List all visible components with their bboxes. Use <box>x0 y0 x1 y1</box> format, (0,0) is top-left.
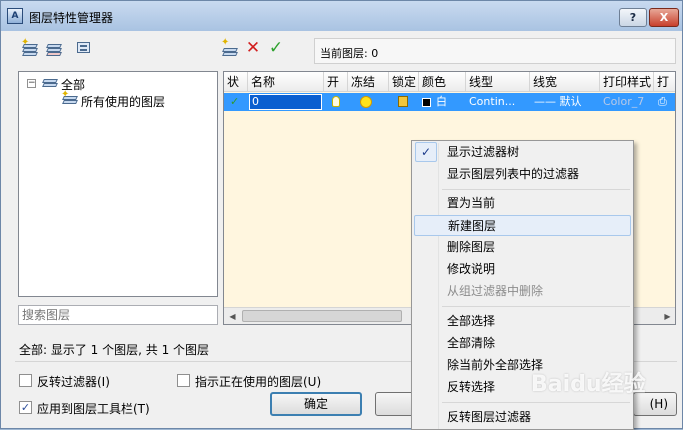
menu-item-show-filter-tree[interactable]: ✓ 显示过滤器树 <box>414 142 631 163</box>
menu-item-label: 新建图层 <box>448 219 497 233</box>
menu-item-label: 置为当前 <box>447 196 496 210</box>
padlock-unlocked-icon[interactable] <box>398 96 408 107</box>
printer-icon[interactable]: ⎙ <box>658 94 675 112</box>
menu-item-delete-layer[interactable]: 删除图层 <box>414 237 631 258</box>
menu-item-set-current[interactable]: 置为当前 <box>414 193 631 214</box>
col-on[interactable]: 开 <box>324 72 348 92</box>
menu-item-label: 显示图层列表中的过滤器 <box>447 167 580 181</box>
layer-name-field[interactable]: 0 <box>249 94 322 110</box>
layer-color-name[interactable]: 白 <box>436 93 447 111</box>
menu-item-clear-all[interactable]: 全部清除 <box>414 333 631 354</box>
layer-linetype[interactable]: Contin... <box>469 93 529 111</box>
layers-filter-icon: ✦ <box>61 89 79 109</box>
menu-item-remove-from-group-filter[interactable]: 从组过滤器中删除 <box>414 281 631 302</box>
layer-table-header: 状 名称 开 冻结 锁定 颜色 线型 线宽 打印样式 打 <box>224 72 675 92</box>
baidu-watermark: Baidu经验 <box>531 372 646 397</box>
col-lineweight[interactable]: 线宽 <box>530 72 600 92</box>
col-lock[interactable]: 锁定 <box>389 72 419 92</box>
menu-item-show-filters-in-list[interactable]: 显示图层列表中的过滤器 <box>414 164 631 185</box>
layer-plot-style: Color_7 <box>603 95 645 108</box>
ok-button[interactable]: 确定 <box>270 392 362 416</box>
checkbox-box[interactable] <box>177 374 190 387</box>
search-layers-input[interactable] <box>18 305 218 325</box>
menu-item-label: 显示过滤器树 <box>447 145 520 159</box>
apply-to-toolbar-label: 应用到图层工具栏(T) <box>37 402 150 416</box>
menu-item-label: 删除图层 <box>447 240 496 254</box>
set-current-icon[interactable]: ✓ <box>267 39 285 57</box>
tree-collapse-toggle[interactable]: − <box>27 79 36 88</box>
close-button[interactable]: X <box>649 8 679 27</box>
menu-item-label: 修改说明 <box>447 262 496 276</box>
window-title: 图层特性管理器 <box>29 11 114 25</box>
current-layer-label: 当前图层: 0 <box>320 47 379 60</box>
menu-item-label: 反转图层过滤器 <box>447 410 532 424</box>
col-freeze[interactable]: 冻结 <box>348 72 389 92</box>
invert-filter-label: 反转过滤器(I) <box>37 375 110 389</box>
col-name[interactable]: 名称 <box>248 72 324 92</box>
title-bar[interactable]: A 图层特性管理器 ? X <box>1 1 682 31</box>
col-plot-style[interactable]: 打印样式 <box>600 72 654 92</box>
checkbox-box[interactable] <box>19 374 32 387</box>
layer-count-status: 全部: 显示了 1 个图层, 共 1 个图层 <box>19 343 210 357</box>
tree-node-used-label: 所有使用的图层 <box>81 95 166 109</box>
menu-item-label: 从组过滤器中删除 <box>447 284 544 298</box>
scroll-left-arrow-icon[interactable]: ◀ <box>224 308 241 324</box>
menu-separator <box>442 189 630 190</box>
table-row[interactable]: ✓ 0 白 Contin... —— 默认 Color_7 ⎙ <box>224 93 675 112</box>
new-group-filter-icon[interactable] <box>45 39 63 57</box>
menu-item-invert-layer-filter[interactable]: 反转图层过滤器 <box>414 407 631 428</box>
cancel-button[interactable]: I <box>375 392 415 416</box>
indicate-in-use-label: 指示正在使用的图层(U) <box>195 375 322 389</box>
menu-item-label: 反转选择 <box>447 380 496 394</box>
sun-thawed-icon[interactable] <box>360 96 372 108</box>
col-status[interactable]: 状 <box>224 72 248 92</box>
menu-item-label: 全部清除 <box>447 336 496 350</box>
new-property-filter-icon[interactable]: ✦ <box>21 37 39 57</box>
checkmark-icon: ✓ <box>415 142 437 162</box>
col-plot[interactable]: 打 <box>654 72 675 92</box>
layer-states-manager-icon[interactable] <box>75 39 93 57</box>
current-layer-display: 当前图层: 0 <box>314 38 676 64</box>
col-linetype[interactable]: 线型 <box>466 72 530 92</box>
autocad-app-icon: A <box>7 8 23 24</box>
menu-separator <box>442 306 630 307</box>
layer-lineweight[interactable]: —— 默认 <box>534 93 600 111</box>
lightbulb-on-icon[interactable] <box>332 96 340 107</box>
menu-item-change-description[interactable]: 修改说明 <box>414 259 631 280</box>
menu-item-label: 全部选择 <box>447 314 496 328</box>
layers-stack-icon <box>41 74 59 92</box>
layer-properties-manager-window: A 图层特性管理器 ? X ✦ ✦ ✕ ✓ 当前图层: 0 − 全部 ✦ 所有使… <box>0 0 683 430</box>
delete-layer-icon[interactable]: ✕ <box>244 39 262 57</box>
checkbox-checked[interactable]: ✓ <box>19 401 32 414</box>
current-layer-check-icon: ✓ <box>230 95 240 108</box>
filter-tree-panel[interactable]: − 全部 ✦ 所有使用的图层 <box>18 71 218 297</box>
menu-item-select-all[interactable]: 全部选择 <box>414 311 631 332</box>
new-layer-icon[interactable]: ✦ <box>221 37 239 57</box>
scroll-right-arrow-icon[interactable]: ▶ <box>659 308 675 324</box>
col-color[interactable]: 颜色 <box>419 72 466 92</box>
menu-separator <box>442 402 630 403</box>
scroll-thumb[interactable] <box>242 310 402 322</box>
color-swatch[interactable] <box>422 98 431 107</box>
menu-item-new-layer[interactable]: 新建图层 <box>414 215 631 236</box>
help-button[interactable]: ? <box>619 8 647 27</box>
menu-item-label: 除当前外全部选择 <box>447 358 544 372</box>
